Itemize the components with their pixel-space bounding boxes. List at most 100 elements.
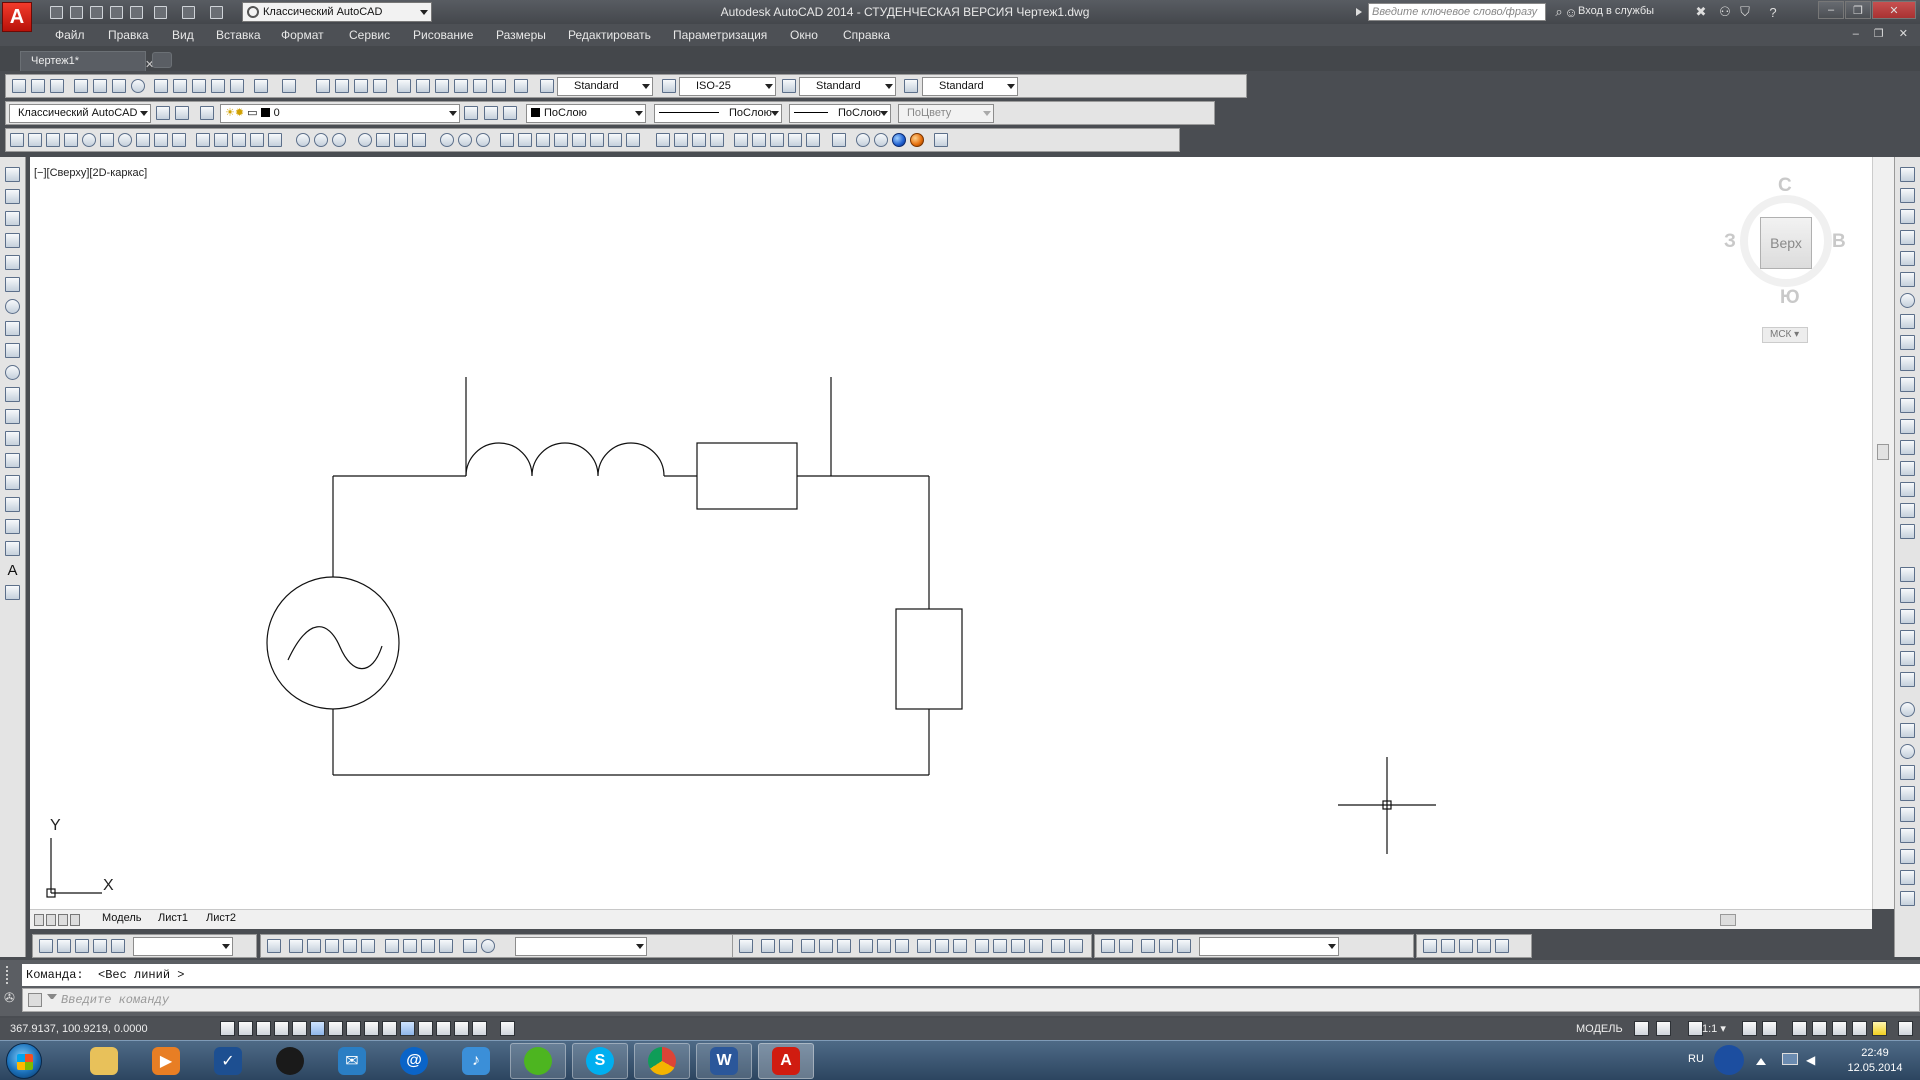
left-view-icon[interactable] xyxy=(692,133,706,147)
surface-blend-icon[interactable] xyxy=(403,939,417,953)
menu-insert[interactable]: Вставка xyxy=(216,28,261,42)
sphere-icon[interactable] xyxy=(82,133,96,147)
taskbar-utorrent[interactable] xyxy=(510,1043,566,1079)
3d-array-icon[interactable] xyxy=(412,133,426,147)
model-space-toggle[interactable]: МОДЕЛЬ xyxy=(1576,1023,1623,1035)
transparency-icon[interactable] xyxy=(418,1021,433,1036)
exchange-icon[interactable]: ✖ xyxy=(1692,3,1710,21)
minimize-button[interactable]: – xyxy=(1818,1,1844,19)
taskbar-autocad[interactable]: A xyxy=(758,1043,814,1079)
save-icon[interactable] xyxy=(50,79,64,93)
viewcube-north[interactable]: С xyxy=(1778,175,1792,197)
orbit-icon[interactable] xyxy=(440,133,454,147)
dim-arc-2-icon[interactable] xyxy=(779,939,793,953)
dim-ordinate-icon[interactable] xyxy=(1900,630,1915,645)
region-icon[interactable] xyxy=(5,519,20,534)
osnap-center-icon[interactable] xyxy=(1900,702,1915,717)
dim-baseline-icon[interactable] xyxy=(895,939,909,953)
section-plane-icon[interactable] xyxy=(572,133,586,147)
block-editor-icon[interactable] xyxy=(230,79,244,93)
taskbar-mail-ru-agent[interactable]: @ xyxy=(386,1043,442,1079)
visual-style-icon[interactable] xyxy=(832,133,846,147)
clock[interactable]: 22:49 12.05.2014 xyxy=(1840,1046,1910,1076)
first-layout-icon[interactable] xyxy=(34,914,44,926)
osnap-none-icon[interactable] xyxy=(1900,870,1915,885)
surface-offset-icon[interactable] xyxy=(439,939,453,953)
publish-icon[interactable] xyxy=(112,79,126,93)
line-icon[interactable] xyxy=(5,167,20,182)
network-icon[interactable] xyxy=(1782,1053,1798,1065)
dim-style-dropdown[interactable]: ISO-25 xyxy=(679,77,776,96)
3d-rotate-icon[interactable] xyxy=(376,133,390,147)
cone-icon[interactable] xyxy=(64,133,78,147)
fly-icon[interactable] xyxy=(536,133,550,147)
dynamic-input-icon[interactable] xyxy=(382,1021,397,1036)
bring-above-icon[interactable] xyxy=(1459,939,1473,953)
dim-style-icon[interactable] xyxy=(662,79,676,93)
realistic-style-icon[interactable] xyxy=(892,133,906,147)
object-snap-icon[interactable] xyxy=(310,1021,325,1036)
menu-parametric[interactable]: Параметризация xyxy=(673,28,767,42)
viewport-controls-label[interactable]: [−][Сверху][2D-каркас] xyxy=(34,167,147,179)
start-button[interactable] xyxy=(6,1043,42,1079)
menu-tools[interactable]: Сервис xyxy=(349,28,390,42)
tab-model[interactable]: Модель xyxy=(102,912,141,924)
workspace-dropdown-2[interactable]: Классический AutoCAD xyxy=(9,104,151,123)
show-hidden-icons-icon[interactable] xyxy=(1756,1055,1766,1065)
break-icon[interactable] xyxy=(1900,419,1915,434)
rotate-icon[interactable] xyxy=(1900,293,1915,308)
paste-icon[interactable] xyxy=(192,79,206,93)
new-file-icon[interactable] xyxy=(46,3,66,21)
layer-off-icon[interactable] xyxy=(93,939,107,953)
menu-file[interactable]: Файл xyxy=(55,28,85,42)
document-window-controls[interactable]: – ❐ ✕ xyxy=(1853,27,1914,40)
torus-icon[interactable] xyxy=(118,133,132,147)
vertical-scrollbar[interactable] xyxy=(1872,157,1894,909)
stretch-icon[interactable] xyxy=(1900,335,1915,350)
3d-print-icon[interactable] xyxy=(131,79,145,93)
menu-dimension[interactable]: Размеры xyxy=(496,28,546,42)
dim-arc-icon[interactable] xyxy=(1900,609,1915,624)
prev-layout-icon[interactable] xyxy=(46,914,56,926)
crosshair-toggle-icon[interactable] xyxy=(500,1021,515,1036)
input-language[interactable]: RU xyxy=(1688,1053,1704,1065)
rectangle-icon[interactable] xyxy=(5,255,20,270)
help-icon[interactable] xyxy=(514,79,528,93)
dim-diameter-icon[interactable] xyxy=(837,939,851,953)
ne-iso-icon[interactable] xyxy=(806,133,820,147)
quickcalc-icon[interactable] xyxy=(492,79,506,93)
spline-icon[interactable] xyxy=(5,343,20,358)
multiline-text-icon[interactable]: A xyxy=(5,563,20,578)
layer-properties-icon[interactable] xyxy=(200,106,214,120)
break-at-point-icon[interactable] xyxy=(1900,398,1915,413)
area-icon[interactable] xyxy=(289,939,303,953)
osnap-insert-icon[interactable] xyxy=(1900,807,1915,822)
viewcube-west[interactable]: З xyxy=(1724,231,1736,253)
viewcube-south[interactable]: Ю xyxy=(1780,287,1800,309)
dim-ordinate-2-icon[interactable] xyxy=(801,939,815,953)
hardware-acceleration-icon[interactable] xyxy=(1832,1021,1847,1036)
last-layout-icon[interactable] xyxy=(70,914,80,926)
cylinder-icon[interactable] xyxy=(100,133,114,147)
slice-icon[interactable] xyxy=(554,133,568,147)
osnap-tangent-icon[interactable] xyxy=(1900,744,1915,759)
dim-edit-icon[interactable] xyxy=(1051,939,1065,953)
print-icon[interactable] xyxy=(126,3,146,21)
undo-icon[interactable] xyxy=(254,79,268,93)
extend-icon[interactable] xyxy=(1900,377,1915,392)
polar-tracking-icon[interactable] xyxy=(292,1021,307,1036)
copy-icon[interactable] xyxy=(173,79,187,93)
annotation-monitor-icon[interactable] xyxy=(472,1021,487,1036)
region-mass-icon[interactable] xyxy=(307,939,321,953)
continuous-orbit-icon[interactable] xyxy=(476,133,490,147)
osnap-nearest-icon[interactable] xyxy=(1900,849,1915,864)
next-layout-icon[interactable] xyxy=(58,914,68,926)
send-under-icon[interactable] xyxy=(1477,939,1491,953)
dynamic-ucs-icon[interactable] xyxy=(364,1021,379,1036)
taskbar-explorer[interactable] xyxy=(76,1043,132,1079)
quick-measure-icon[interactable] xyxy=(361,939,375,953)
gradient-icon[interactable] xyxy=(5,497,20,512)
toolbar-lock-icon[interactable] xyxy=(1812,1021,1827,1036)
dim-jogged-icon[interactable] xyxy=(1900,672,1915,687)
ortho-mode-icon[interactable] xyxy=(274,1021,289,1036)
